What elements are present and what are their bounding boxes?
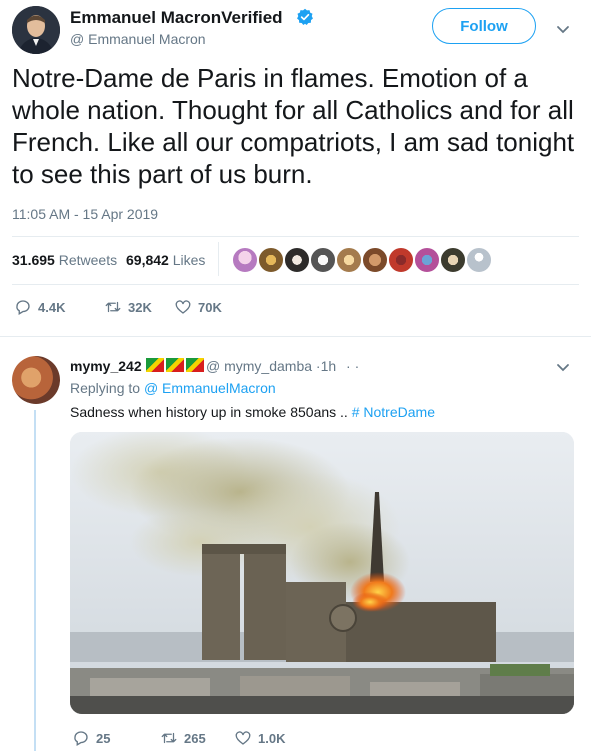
stats-separator bbox=[218, 242, 219, 276]
reply-icon bbox=[16, 300, 30, 315]
author-name[interactable]: Emmanuel MacronVerified bbox=[70, 8, 283, 28]
like-count: 70K bbox=[198, 299, 222, 315]
reply-author-handle[interactable]: @ mymy_damba bbox=[206, 358, 312, 374]
flag-icon bbox=[186, 358, 204, 372]
hashtag-link[interactable]: # NotreDame bbox=[352, 404, 435, 420]
chevron-down-icon[interactable] bbox=[556, 360, 570, 374]
liker-avatar[interactable] bbox=[440, 247, 466, 273]
flag-icon bbox=[166, 358, 184, 372]
reply-author-handle-row: @ mymy_damba ·1h · · bbox=[206, 358, 359, 374]
likes-count: 69,842 bbox=[126, 252, 169, 268]
reply-more: · · bbox=[346, 358, 360, 374]
reply-action[interactable]: 25 bbox=[72, 729, 110, 747]
flag-icon bbox=[146, 358, 164, 372]
tweet-timestamp[interactable]: 11:05 AM - 15 Apr 2019 bbox=[12, 206, 158, 222]
reply-author-avatar[interactable] bbox=[12, 356, 60, 404]
retweet-action[interactable]: 265 bbox=[160, 729, 206, 747]
avatar-portrait bbox=[12, 6, 60, 54]
liker-avatar[interactable] bbox=[232, 247, 258, 273]
notre-dame-fire-photo bbox=[70, 432, 574, 714]
divider bbox=[0, 336, 591, 337]
reply-text: Sadness when history up in smoke 850ans … bbox=[70, 404, 348, 420]
replying-to: Replying to @ EmmanuelMacron bbox=[70, 380, 276, 396]
likes-stat[interactable]: 69,842 Likes bbox=[126, 252, 205, 268]
flag-emojis bbox=[146, 358, 204, 374]
chevron-down-icon[interactable] bbox=[556, 22, 570, 36]
replying-to-handle[interactable]: @ EmmanuelMacron bbox=[144, 380, 276, 396]
divider bbox=[12, 284, 579, 285]
tweet-text: Notre-Dame de Paris in flames. Emotion o… bbox=[12, 63, 575, 189]
retweet-count: 265 bbox=[184, 730, 206, 746]
author-avatar[interactable] bbox=[12, 6, 60, 54]
reply-count: 4.4K bbox=[38, 299, 66, 315]
retweet-icon bbox=[161, 732, 177, 744]
author-handle[interactable]: @ Emmanuel Macron bbox=[70, 31, 206, 47]
verified-badge-icon bbox=[297, 8, 313, 25]
liker-avatar[interactable] bbox=[258, 247, 284, 273]
follow-button[interactable]: Follow bbox=[432, 8, 536, 44]
liker-avatar[interactable] bbox=[310, 247, 336, 273]
thread-line bbox=[34, 410, 36, 751]
liker-avatar[interactable] bbox=[388, 247, 414, 273]
like-count: 1.0K bbox=[258, 730, 286, 746]
retweet-action[interactable]: 32K bbox=[104, 298, 152, 316]
reply-time[interactable]: ·1h bbox=[316, 358, 336, 374]
liker-avatar[interactable] bbox=[414, 247, 440, 273]
retweet-icon bbox=[105, 301, 121, 313]
like-action[interactable]: 70K bbox=[174, 298, 222, 316]
retweet-count: 32K bbox=[128, 299, 152, 315]
like-icon bbox=[175, 300, 191, 314]
reply-text-row: Sadness when history up in smoke 850ans … bbox=[70, 404, 435, 420]
liker-avatar[interactable] bbox=[336, 247, 362, 273]
retweets-stat[interactable]: 31.695 Retweets bbox=[12, 252, 117, 268]
liker-avatar[interactable] bbox=[362, 247, 388, 273]
tweet-media-image[interactable] bbox=[70, 432, 574, 714]
liker-avatar[interactable] bbox=[466, 247, 492, 273]
liker-avatar[interactable] bbox=[284, 247, 310, 273]
like-action[interactable]: 1.0K bbox=[234, 729, 285, 747]
reply-action[interactable]: 4.4K bbox=[14, 298, 65, 316]
likes-label: Likes bbox=[172, 252, 206, 268]
retweets-label: Retweets bbox=[58, 252, 118, 268]
reply-icon bbox=[74, 731, 88, 746]
reply-count: 25 bbox=[96, 730, 111, 746]
reply-author-name[interactable]: mymy_242 bbox=[70, 358, 142, 374]
replying-to-prefix: Replying to bbox=[70, 380, 141, 396]
like-icon bbox=[235, 731, 251, 745]
divider bbox=[12, 236, 579, 237]
retweets-count: 31.695 bbox=[12, 252, 55, 268]
